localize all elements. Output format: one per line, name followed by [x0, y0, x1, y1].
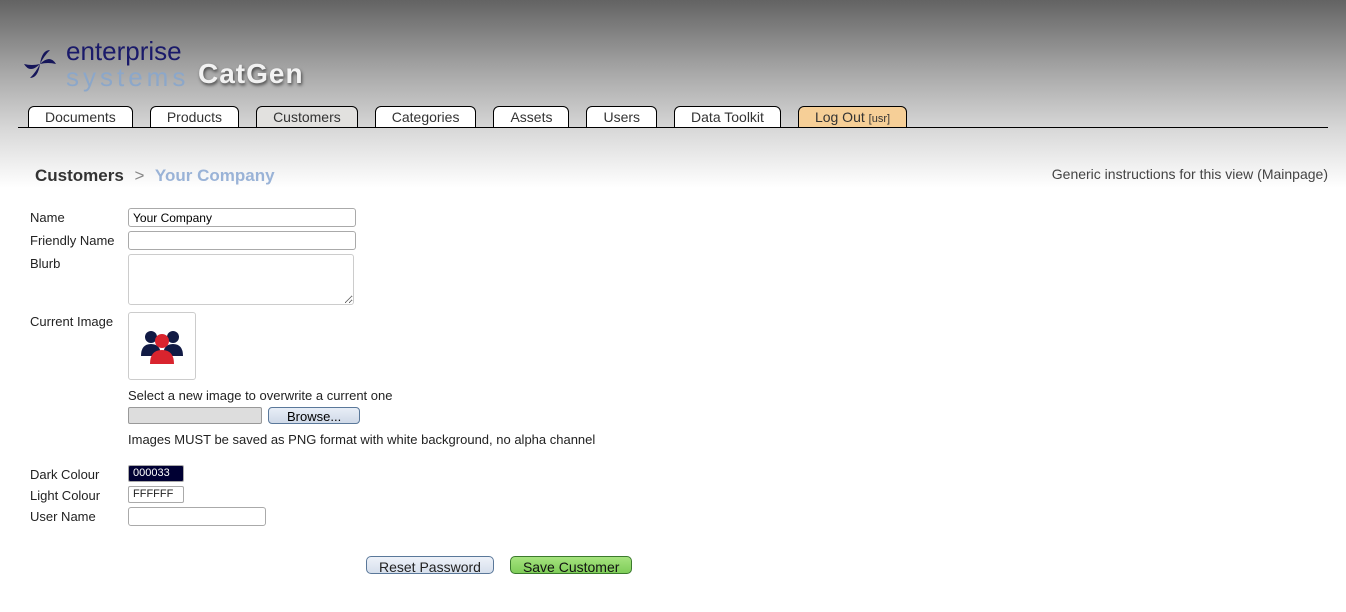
- current-image-preview: [128, 312, 196, 380]
- light-colour-input[interactable]: FFFFFF: [128, 486, 184, 503]
- label-user-name: User Name: [30, 507, 128, 524]
- reset-password-button[interactable]: Reset Password: [366, 556, 494, 574]
- breadcrumb: Customers > Your Company: [35, 166, 275, 186]
- content-header: Customers > Your Company Generic instruc…: [0, 128, 1346, 188]
- tab-data-toolkit[interactable]: Data Toolkit: [674, 106, 781, 128]
- label-name: Name: [30, 208, 128, 225]
- app-name: CatGen: [198, 58, 304, 90]
- tab-categories[interactable]: Categories: [375, 106, 477, 128]
- file-path-display: [128, 407, 262, 424]
- logo: enterprise systems: [20, 38, 189, 90]
- tab-products[interactable]: Products: [150, 106, 239, 128]
- breadcrumb-root[interactable]: Customers: [35, 166, 124, 185]
- dark-colour-input[interactable]: 000033: [128, 465, 184, 482]
- logo-text-line2: systems: [66, 64, 189, 90]
- logo-mark-icon: [20, 44, 60, 84]
- tab-users[interactable]: Users: [586, 106, 657, 128]
- blurb-textarea[interactable]: [128, 254, 354, 305]
- image-select-help: Select a new image to overwrite a curren…: [128, 388, 595, 403]
- tab-bar: Documents Products Customers Categories …: [18, 107, 1328, 128]
- user-name-input[interactable]: [128, 507, 266, 526]
- tab-log-out[interactable]: Log Out [usr]: [798, 106, 907, 128]
- group-icon: [139, 326, 185, 366]
- browse-button[interactable]: Browse...: [268, 407, 360, 424]
- label-current-image: Current Image: [30, 312, 128, 329]
- label-blurb: Blurb: [30, 254, 128, 271]
- save-customer-button[interactable]: Save Customer: [510, 556, 632, 574]
- friendly-name-input[interactable]: [128, 231, 356, 250]
- header: enterprise systems CatGen Documents Prod…: [0, 0, 1346, 128]
- label-dark-colour: Dark Colour: [30, 465, 128, 482]
- view-hint: Generic instructions for this view (Main…: [1052, 166, 1328, 182]
- breadcrumb-leaf: Your Company: [155, 166, 275, 185]
- tab-assets[interactable]: Assets: [493, 106, 569, 128]
- tab-customers[interactable]: Customers: [256, 106, 358, 128]
- tab-documents[interactable]: Documents: [28, 106, 133, 128]
- label-light-colour: Light Colour: [30, 486, 128, 503]
- label-friendly-name: Friendly Name: [30, 231, 128, 248]
- customer-form: Name Friendly Name Blurb Current Image S…: [0, 188, 930, 574]
- name-input[interactable]: [128, 208, 356, 227]
- image-format-note: Images MUST be saved as PNG format with …: [128, 432, 595, 447]
- breadcrumb-sep: >: [135, 166, 145, 185]
- logo-text-line1: enterprise: [66, 38, 189, 64]
